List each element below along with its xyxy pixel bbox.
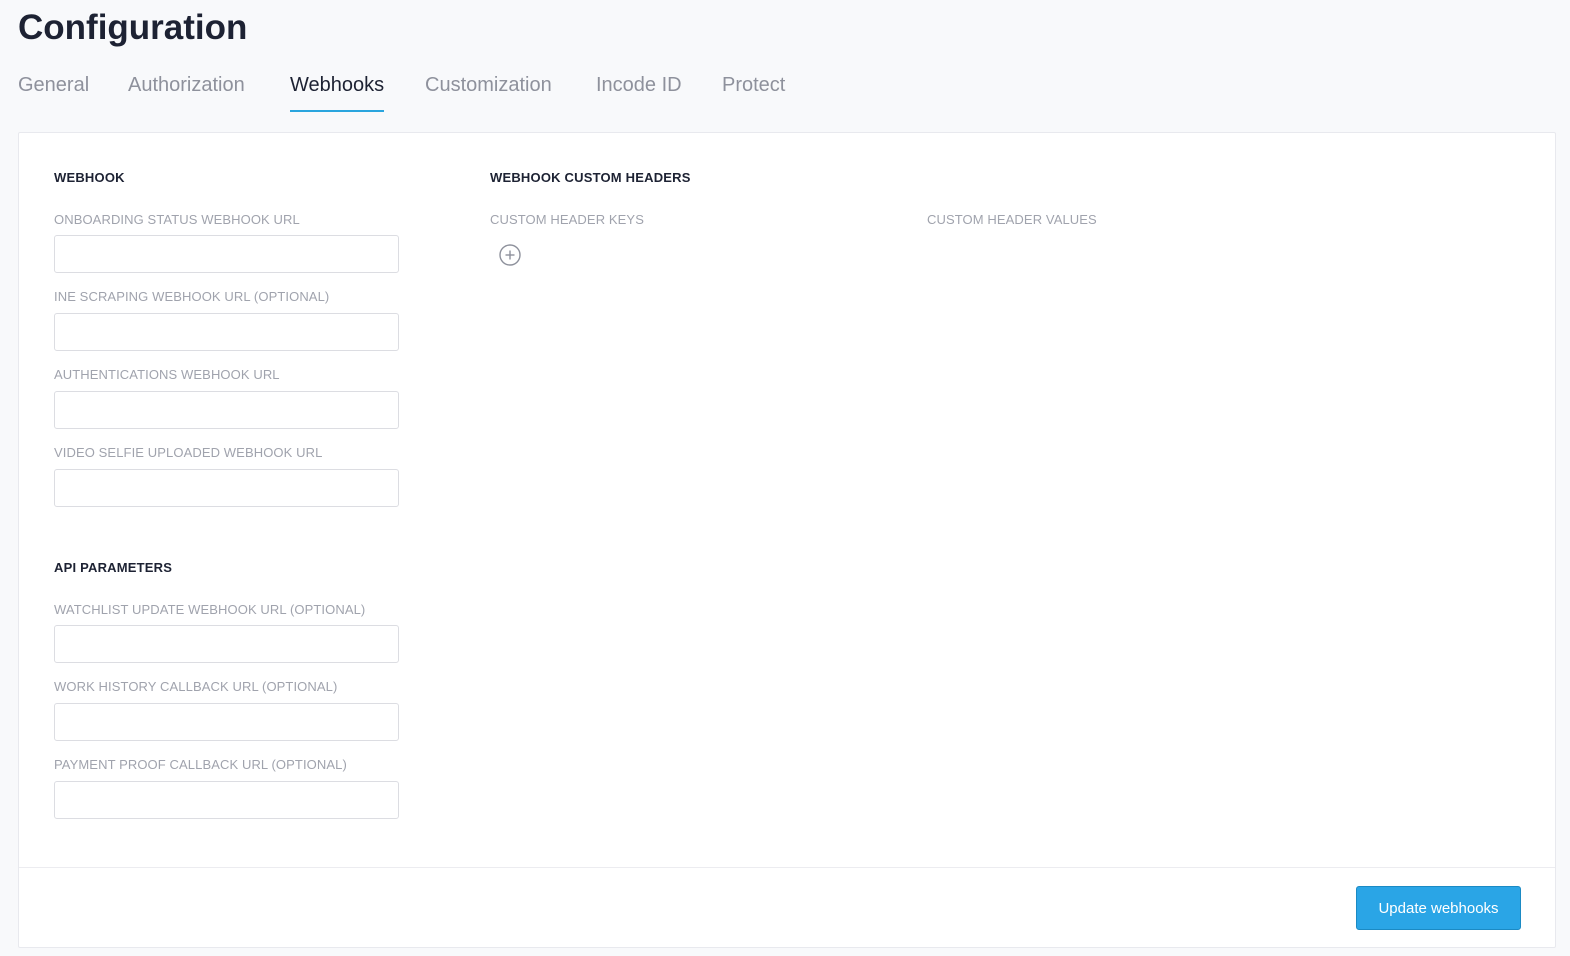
footer-divider (19, 867, 1555, 868)
webhooks-card: WEBHOOK ONBOARDING STATUS WEBHOOK URL IN… (18, 132, 1556, 948)
tab-protect[interactable]: Protect (722, 70, 785, 112)
onboarding-status-webhook-input[interactable] (54, 235, 399, 273)
video-selfie-uploaded-webhook-input[interactable] (54, 469, 399, 507)
api-parameters-section-title: API PARAMETERS (54, 560, 173, 575)
custom-header-values-label: CUSTOM HEADER VALUES (927, 212, 1097, 227)
authentications-webhook-input[interactable] (54, 391, 399, 429)
payment-proof-callback-label: PAYMENT PROOF CALLBACK URL (OPTIONAL) (54, 757, 347, 772)
tab-general[interactable]: General (18, 70, 89, 112)
work-history-callback-input[interactable] (54, 703, 399, 741)
watchlist-update-webhook-input[interactable] (54, 625, 399, 663)
video-selfie-uploaded-webhook-label: VIDEO SELFIE UPLOADED WEBHOOK URL (54, 445, 323, 460)
custom-headers-section-title: WEBHOOK CUSTOM HEADERS (490, 170, 691, 185)
onboarding-status-webhook-label: ONBOARDING STATUS WEBHOOK URL (54, 212, 300, 227)
update-webhooks-button[interactable]: Update webhooks (1356, 886, 1521, 930)
webhook-section-title: WEBHOOK (54, 170, 125, 185)
watchlist-update-webhook-label: WATCHLIST UPDATE WEBHOOK URL (OPTIONAL) (54, 602, 366, 617)
tab-incode-id[interactable]: Incode ID (596, 70, 682, 112)
authentications-webhook-label: AUTHENTICATIONS WEBHOOK URL (54, 367, 280, 382)
tab-webhooks[interactable]: Webhooks (290, 70, 385, 112)
tab-authorization[interactable]: Authorization (128, 70, 245, 112)
plus-circle-icon[interactable] (499, 244, 521, 266)
tab-customization[interactable]: Customization (425, 70, 552, 112)
ine-scraping-webhook-input[interactable] (54, 313, 399, 351)
ine-scraping-webhook-label: INE SCRAPING WEBHOOK URL (OPTIONAL) (54, 289, 330, 304)
page-title: Configuration (18, 8, 248, 47)
custom-header-keys-label: CUSTOM HEADER KEYS (490, 212, 644, 227)
payment-proof-callback-input[interactable] (54, 781, 399, 819)
work-history-callback-label: WORK HISTORY CALLBACK URL (OPTIONAL) (54, 679, 338, 694)
